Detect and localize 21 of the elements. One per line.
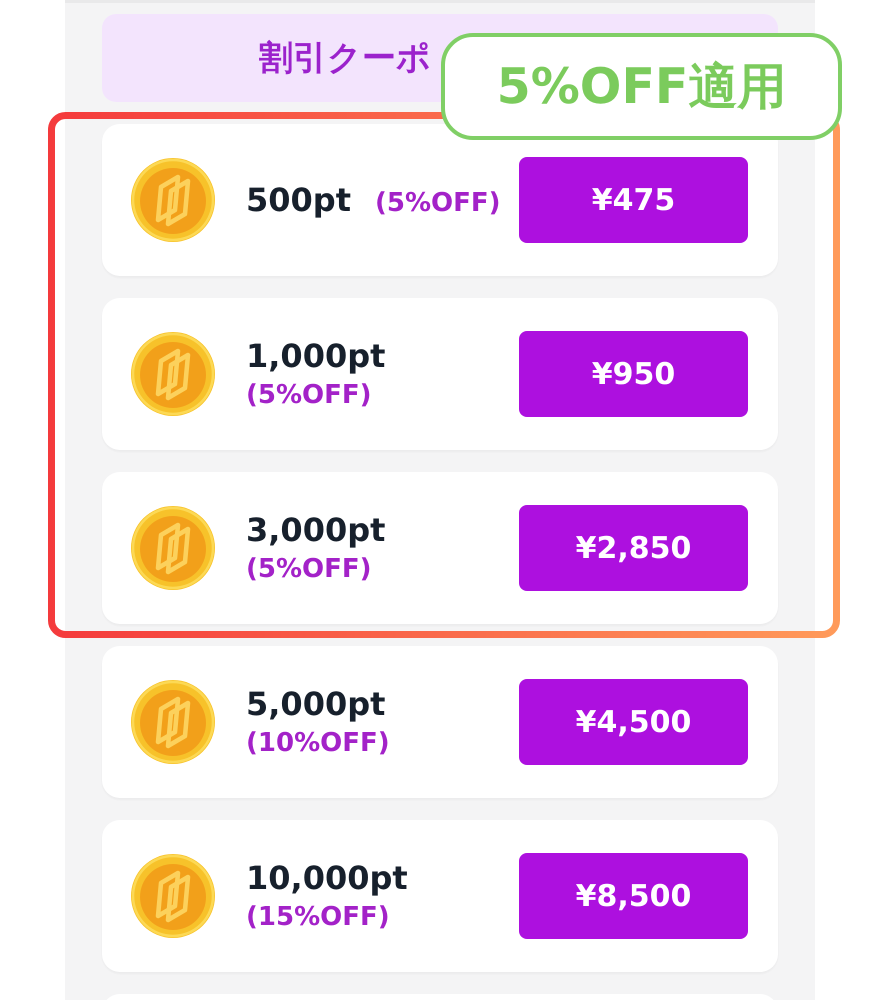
- price-button[interactable]: ¥950: [519, 331, 748, 417]
- points-amount: 5,000pt: [246, 685, 386, 723]
- coin-icon: [131, 680, 215, 764]
- discount-label: (15%OFF): [246, 901, 390, 933]
- coin-icon: [131, 854, 215, 938]
- points-amount: 3,000pt: [246, 511, 386, 549]
- coin-icon: [131, 506, 215, 590]
- discount-label: (5%OFF): [246, 553, 372, 585]
- points-amount: 1,000pt: [246, 337, 386, 375]
- points-amount: 500pt: [246, 181, 351, 219]
- points-amount: 10,000pt: [246, 859, 408, 897]
- coin-icon: [131, 332, 215, 416]
- discount-callout: 5%OFF適用: [441, 33, 842, 140]
- discount-label: (10%OFF): [246, 727, 390, 759]
- discount-label: (5%OFF): [246, 379, 372, 411]
- price-button[interactable]: ¥475: [519, 157, 748, 243]
- discount-label: (5%OFF): [375, 187, 501, 219]
- coin-icon: [131, 158, 215, 242]
- price-button[interactable]: ¥8,500: [519, 853, 748, 939]
- price-button[interactable]: ¥4,500: [519, 679, 748, 765]
- price-button[interactable]: ¥2,850: [519, 505, 748, 591]
